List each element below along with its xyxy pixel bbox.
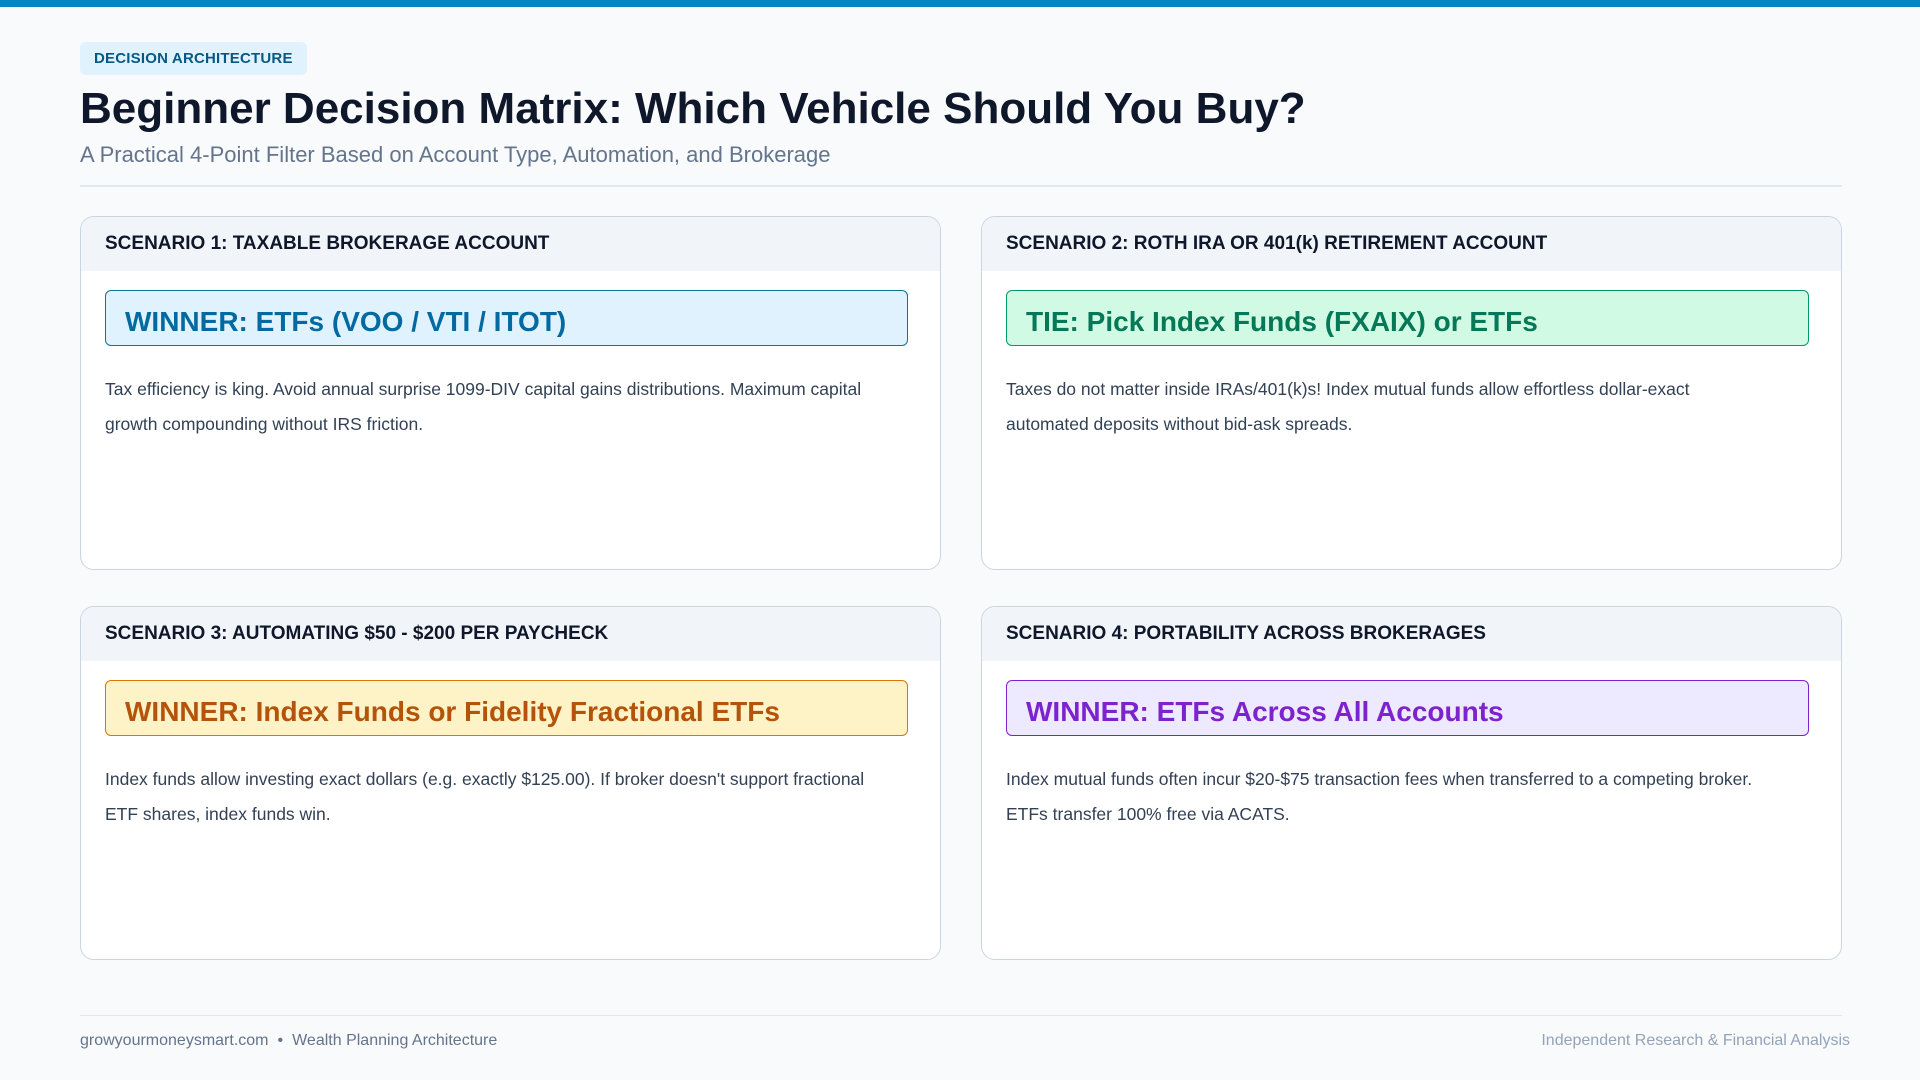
page-subtitle: A Practical 4-Point Filter Based on Acco… [80, 142, 831, 167]
footer-section: Wealth Planning Architecture [292, 1032, 498, 1049]
footer-site: growyourmoneysmart.com [80, 1032, 269, 1049]
scenario-heading: SCENARIO 2: ROTH IRA OR 401(k) RETIREMEN… [982, 217, 1841, 271]
scenario-card-2: SCENARIO 2: ROTH IRA OR 401(k) RETIREMEN… [981, 216, 1842, 570]
footer-tagline: Independent Research & Financial Analysi… [1541, 1032, 1850, 1049]
scenario-card-1: SCENARIO 1: TAXABLE BROKERAGE ACCOUNT WI… [80, 216, 941, 570]
footer-separator: • [277, 1032, 284, 1049]
category-badge: DECISION ARCHITECTURE [80, 42, 307, 75]
scenario-verdict: WINNER: ETFs (VOO / VTI / ITOT) [105, 290, 908, 346]
scenario-card-4: SCENARIO 4: PORTABILITY ACROSS BROKERAGE… [981, 606, 1842, 960]
page: DECISION ARCHITECTURE Beginner Decision … [80, 0, 1850, 1080]
scenario-heading: SCENARIO 1: TAXABLE BROKERAGE ACCOUNT [81, 217, 940, 271]
scenario-verdict: TIE: Pick Index Funds (FXAIX) or ETFs [1006, 290, 1809, 346]
page-title: Beginner Decision Matrix: Which Vehicle … [80, 84, 1306, 133]
header-divider [80, 185, 1842, 187]
footer-attribution: growyourmoneysmart.com • Wealth Planning A… [80, 1032, 497, 1050]
scenario-description: Index funds allow investing exact dollar… [105, 769, 865, 824]
scenario-card-3: SCENARIO 3: AUTOMATING $50 - $200 PER PA… [80, 606, 941, 960]
scenario-verdict: WINNER: ETFs Across All Accounts [1006, 680, 1809, 736]
footer-divider [80, 1015, 1842, 1016]
scenario-description: Tax efficiency is king. Avoid annual sur… [105, 379, 862, 434]
scenario-description: Taxes do not matter inside IRAs/401(k)s!… [1006, 379, 1690, 434]
scenario-verdict: WINNER: Index Funds or Fidelity Fraction… [105, 680, 908, 736]
scenario-heading: SCENARIO 4: PORTABILITY ACROSS BROKERAGE… [982, 607, 1841, 661]
scenario-description: Index mutual funds often incur $20-$75 t… [1006, 769, 1753, 824]
scenario-heading: SCENARIO 3: AUTOMATING $50 - $200 PER PA… [81, 607, 940, 661]
